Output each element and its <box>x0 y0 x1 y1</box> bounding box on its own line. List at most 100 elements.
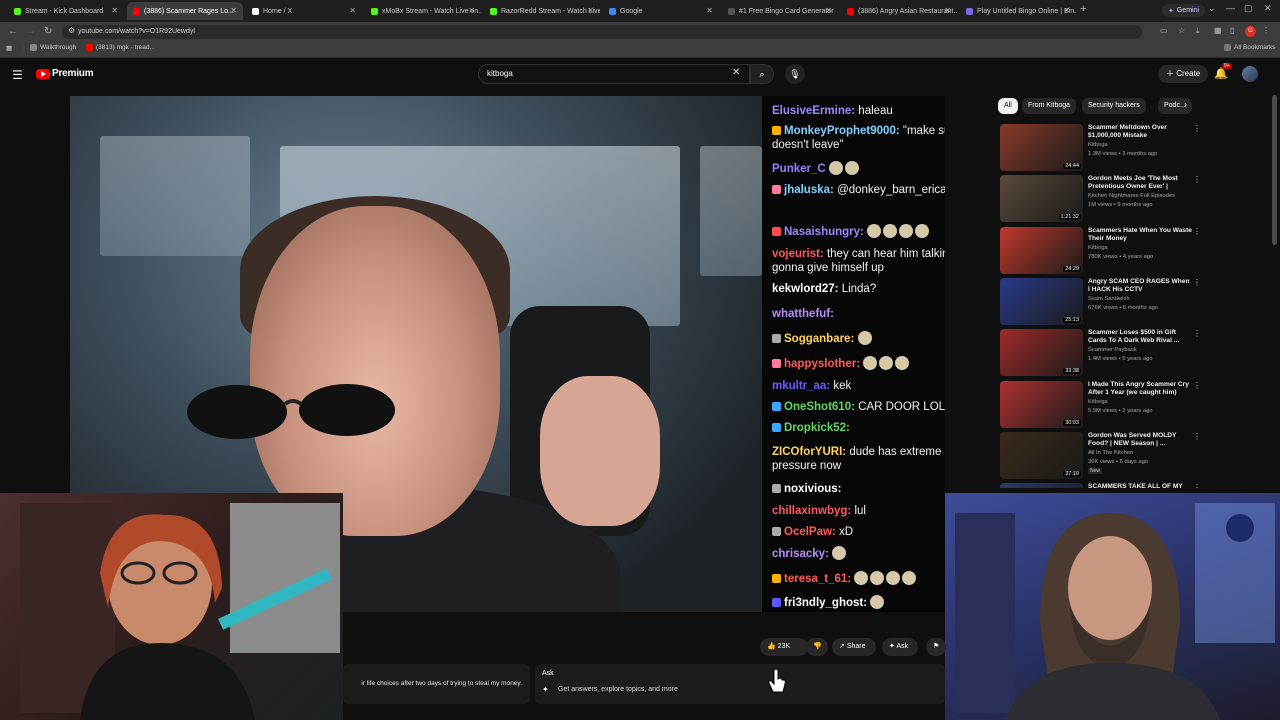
channel-name[interactable]: Kitboga <box>1088 399 1108 405</box>
close-tab-icon[interactable]: ✕ <box>230 6 237 15</box>
bookmark-star-icon[interactable]: ☆ <box>1178 26 1185 35</box>
video-thumbnail[interactable]: 1:21:32 <box>1000 175 1083 223</box>
chat-username[interactable]: teresa_t_61: <box>784 573 851 585</box>
close-tab-icon[interactable]: ✕ <box>111 6 118 15</box>
browser-tab[interactable]: Stream - Kick Dashboard ✕ <box>8 2 124 20</box>
close-tab-icon[interactable]: ✕ <box>468 6 475 15</box>
page-scrollbar[interactable] <box>1272 95 1277 245</box>
share-button[interactable]: ↗ Share <box>832 638 876 656</box>
more-actions-icon[interactable]: ⋮ <box>1193 329 1201 338</box>
chevron-down-icon[interactable]: ⌄ <box>1208 3 1216 14</box>
bookmark-walkthrough[interactable]: Walkthrough <box>30 44 76 51</box>
chat-username[interactable]: chrisacky: <box>772 548 829 560</box>
more-actions-icon[interactable]: ⋮ <box>1193 124 1201 133</box>
close-tab-icon[interactable]: ✕ <box>1063 6 1070 15</box>
cast-icon[interactable]: ▭ <box>1160 26 1168 35</box>
video-thumbnail[interactable]: 37:10 <box>1000 431 1083 479</box>
new-tab-button[interactable]: + <box>1080 3 1086 15</box>
bookmark-mgk[interactable]: (3813) mgk - tread... <box>86 44 155 51</box>
browser-tab[interactable]: #1 Free Bingo Card Generator ✕ <box>722 2 838 20</box>
video-thumbnail[interactable]: 24:44 <box>1000 124 1083 171</box>
extensions-icon[interactable]: ▦ <box>1214 26 1222 35</box>
channel-name[interactable]: Scam Sandwich <box>1088 296 1130 302</box>
browser-tab[interactable]: RazorRedd Stream - Watch Live... ✕ <box>484 2 600 20</box>
recommended-video[interactable]: 25:13 Angry SCAM CEO RAGES When I HACK Hi… <box>1000 277 1201 328</box>
recommended-video[interactable]: 1:21:32 Gordon Meets Joe 'The Most Preten… <box>1000 175 1201 225</box>
close-tab-icon[interactable]: ✕ <box>706 6 713 15</box>
maximize-icon[interactable]: ▢ <box>1244 3 1253 14</box>
youtube-premium-label[interactable]: Premium <box>52 68 94 79</box>
site-info-icon[interactable]: ⚙ <box>68 26 75 35</box>
recommended-video[interactable]: 33:38 Scammer Loses $500 in Gift Cards To… <box>1000 329 1201 379</box>
chat-username[interactable]: OcelPaw: <box>784 526 836 538</box>
filter-chip[interactable]: Security hackers <box>1082 98 1146 114</box>
profile-badge[interactable]: G <box>1245 26 1256 37</box>
back-icon[interactable]: ← <box>8 26 18 37</box>
more-actions-icon[interactable]: ⋮ <box>1193 175 1201 184</box>
chat-username[interactable]: vojeurist: <box>772 248 824 260</box>
clear-search-icon[interactable]: ✕ <box>732 67 740 78</box>
video-title[interactable]: Scammers Hate When You Waste Their Money <box>1088 227 1192 243</box>
reload-icon[interactable]: ↻ <box>44 26 52 37</box>
close-tab-icon[interactable]: ✕ <box>825 6 832 15</box>
filter-chip[interactable]: All <box>998 98 1018 114</box>
browser-tab[interactable]: Play Untitled Bingo Online | Bin... ✕ <box>960 2 1076 20</box>
more-actions-icon[interactable]: ⋮ <box>1193 483 1200 488</box>
chat-username[interactable]: ZICOforYURI: <box>772 446 846 458</box>
close-tab-icon[interactable]: ✕ <box>587 6 594 15</box>
video-thumbnail[interactable]: 24:29 <box>1000 226 1083 274</box>
video-title[interactable]: I Made This Angry Scammer Cry After 1 Ye… <box>1088 381 1192 397</box>
apps-icon[interactable]: ▦ <box>6 44 12 52</box>
forward-icon[interactable]: → <box>26 26 36 37</box>
search-input[interactable]: kitboga <box>478 64 750 84</box>
chat-username[interactable]: Dropkick52: <box>784 422 850 434</box>
more-actions-icon[interactable]: ⋮ <box>1193 432 1201 441</box>
chat-username[interactable]: kekwlord27: <box>772 283 838 295</box>
save-button[interactable]: ⚑ <box>926 638 946 656</box>
minimize-icon[interactable]: — <box>1226 3 1235 13</box>
video-thumbnail[interactable]: 33:38 <box>1000 329 1083 377</box>
video-title[interactable]: Scammer Loses $500 in Gift Cards To A Da… <box>1088 329 1192 345</box>
chat-username[interactable]: noxivious: <box>784 483 842 495</box>
video-title[interactable]: SCAMMERS TAKE ALL OF MY <box>1088 483 1192 488</box>
search-button[interactable]: ⌕ <box>750 64 774 84</box>
like-button[interactable]: 👍 23K <box>760 638 808 656</box>
recommended-video[interactable]: 24:29 Scammers Hate When You Waste Their … <box>1000 226 1201 277</box>
video-thumbnail[interactable]: 25:13 <box>1000 277 1083 325</box>
browser-tab[interactable]: Home / X ✕ <box>246 2 362 20</box>
ask-button[interactable]: ✦ Ask <box>882 638 918 656</box>
chevron-right-icon[interactable]: › <box>1184 99 1187 109</box>
recommended-video[interactable]: 37:10 Gordon Was Served MOLDY Food? | NEW… <box>1000 431 1201 482</box>
chat-username[interactable]: jhaluska: <box>784 184 834 196</box>
browser-tab[interactable]: (3886) Angry Asian Restaurant... ✕ <box>841 2 957 20</box>
channel-name[interactable]: Kitboga <box>1088 142 1108 148</box>
chat-username[interactable]: OneShot610: <box>784 401 855 413</box>
chat-username[interactable]: mkultr_aa: <box>772 380 830 392</box>
chat-username[interactable]: chillaxinwbyg: <box>772 505 851 517</box>
browser-tab[interactable]: Google ✕ <box>603 2 719 20</box>
more-actions-icon[interactable]: ⋮ <box>1193 381 1201 390</box>
video-title[interactable]: Angry SCAM CEO RAGES When I HACK His CCT… <box>1088 278 1192 294</box>
youtube-logo-icon[interactable] <box>36 69 50 79</box>
url-field[interactable]: youtube.com/watch?v=O1R92Uewdyl <box>62 25 1142 39</box>
recommended-video[interactable]: SCAMMERS TAKE ALL OF MY ⋮ <box>1000 483 1200 489</box>
download-icon[interactable]: ⤓ <box>1196 26 1200 36</box>
video-title[interactable]: Gordon Was Served MOLDY Food? | NEW Seas… <box>1088 432 1192 448</box>
chat-username[interactable]: fri3ndly_ghost: <box>784 597 867 609</box>
chat-username[interactable]: Nasaishungry: <box>784 226 864 238</box>
browser-tab[interactable]: xMoBx Stream - Watch Live on... ✕ <box>365 2 481 20</box>
channel-name[interactable]: Kitboga <box>1088 245 1108 251</box>
close-window-icon[interactable]: ✕ <box>1264 3 1272 14</box>
channel-name[interactable]: Scammer Payback <box>1088 347 1137 353</box>
video-thumbnail[interactable]: 30:03 <box>1000 380 1083 428</box>
video-title[interactable]: Gordon Meets Joe 'The Most Pretentious O… <box>1088 175 1192 191</box>
close-tab-icon[interactable]: ✕ <box>349 6 356 15</box>
filter-chip[interactable]: From Kitboga <box>1022 98 1077 114</box>
recommended-video[interactable]: 30:03 I Made This Angry Scammer Cry After… <box>1000 380 1201 431</box>
chat-username[interactable]: whatthefuf: <box>772 308 834 320</box>
browser-tab[interactable]: (3886) Scammer Rages Lo... ✕ <box>127 2 243 20</box>
close-tab-icon[interactable]: ✕ <box>944 6 951 15</box>
more-actions-icon[interactable]: ⋮ <box>1193 278 1201 287</box>
chat-username[interactable]: MonkeyProphet9000: <box>784 125 900 137</box>
account-avatar[interactable] <box>1242 66 1258 82</box>
